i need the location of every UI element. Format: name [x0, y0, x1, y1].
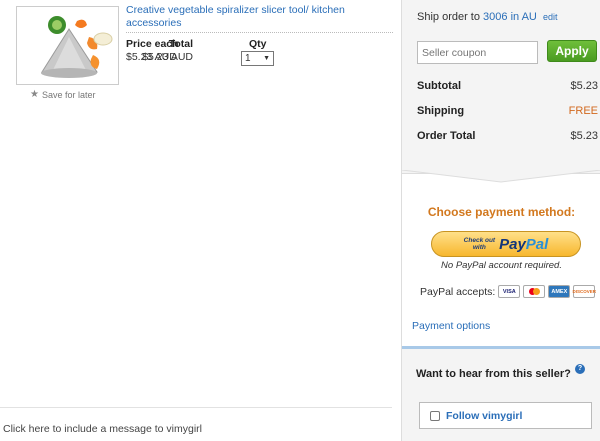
divider	[126, 32, 393, 33]
order-total-label: Order Total	[417, 130, 476, 142]
total-label: Total	[168, 38, 193, 50]
amex-card-icon: AMEX	[548, 285, 571, 298]
save-for-later-link[interactable]: ★ Save for later	[30, 89, 96, 100]
qty-value: 1	[245, 53, 251, 64]
subtotal-value: $5.23	[570, 80, 598, 92]
hear-from-seller-title: Want to hear from this seller?	[416, 368, 571, 380]
qty-select[interactable]: 1 ▼	[241, 51, 274, 66]
paypal-checkout-button[interactable]: Check out with PayPal	[431, 231, 581, 257]
apply-coupon-button[interactable]: Apply	[547, 40, 597, 62]
product-image[interactable]	[16, 6, 119, 85]
discover-card-icon: DISCOVER	[573, 285, 596, 298]
paypal-logo-icon: PayPal	[499, 236, 548, 253]
shipping-value: FREE	[568, 105, 598, 117]
shipping-summary-box: Ship order to 3006 in AU edit Apply Subt…	[402, 0, 600, 174]
checkout-line2: with	[472, 244, 486, 251]
ship-to-row: Ship order to 3006 in AU edit	[417, 11, 557, 23]
follow-seller-option[interactable]: Follow vimygirl	[419, 402, 592, 429]
shipping-row: Shipping FREE	[417, 105, 598, 117]
product-title-link[interactable]: Creative vegetable spiralizer slicer too…	[126, 4, 376, 30]
qty-label: Qty	[249, 38, 267, 50]
order-total-row: Order Total $5.23	[417, 130, 598, 142]
cart-item: ★ Save for later Creative vegetable spir…	[0, 0, 400, 441]
include-message-link[interactable]: Click here to include a message to vimyg…	[3, 423, 202, 435]
edit-location-link[interactable]: edit	[543, 12, 558, 22]
save-for-later-label: Save for later	[41, 89, 96, 100]
order-summary-panel: Ship order to 3006 in AU edit Apply Subt…	[401, 0, 600, 441]
no-paypal-account-note: No PayPal account required.	[441, 260, 562, 271]
subtotal-label: Subtotal	[417, 80, 461, 92]
shipping-label: Shipping	[417, 105, 465, 117]
paypal-checkout-text: Check out with	[464, 237, 495, 251]
paypal-pay: Pay	[499, 235, 526, 253]
paypal-pal: Pal	[525, 235, 549, 253]
follow-checkbox[interactable]	[430, 410, 440, 421]
checkout-line1: Check out	[463, 237, 496, 244]
paypal-accepts-row: PayPal accepts: VISA AMEX DISCOVER	[420, 285, 596, 298]
seller-coupon-input[interactable]	[417, 41, 538, 64]
star-icon: ★	[30, 89, 39, 100]
payment-method-title: Choose payment method:	[427, 205, 576, 219]
subtotal-row: Subtotal $5.23	[417, 80, 598, 92]
total-value: $5.23 AUD	[142, 51, 193, 63]
help-icon[interactable]: ?	[575, 364, 585, 374]
order-total-value: $5.23	[570, 130, 598, 142]
paypal-accepts-label: PayPal accepts:	[420, 285, 496, 298]
ship-prefix: Ship order to	[417, 11, 480, 23]
seller-follow-box: Want to hear from this seller? ? Follow …	[402, 346, 600, 441]
divider	[0, 407, 392, 408]
spiralizer-photo-icon	[17, 7, 118, 84]
chevron-down-icon: ▼	[263, 55, 270, 62]
ship-location-link[interactable]: 3006 in AU	[483, 11, 537, 23]
visa-card-icon: VISA	[498, 285, 521, 298]
mastercard-icon	[523, 285, 546, 298]
section-notch-divider	[402, 170, 600, 183]
follow-seller-label: Follow vimygirl	[446, 409, 523, 422]
payment-options-link[interactable]: Payment options	[412, 320, 490, 332]
